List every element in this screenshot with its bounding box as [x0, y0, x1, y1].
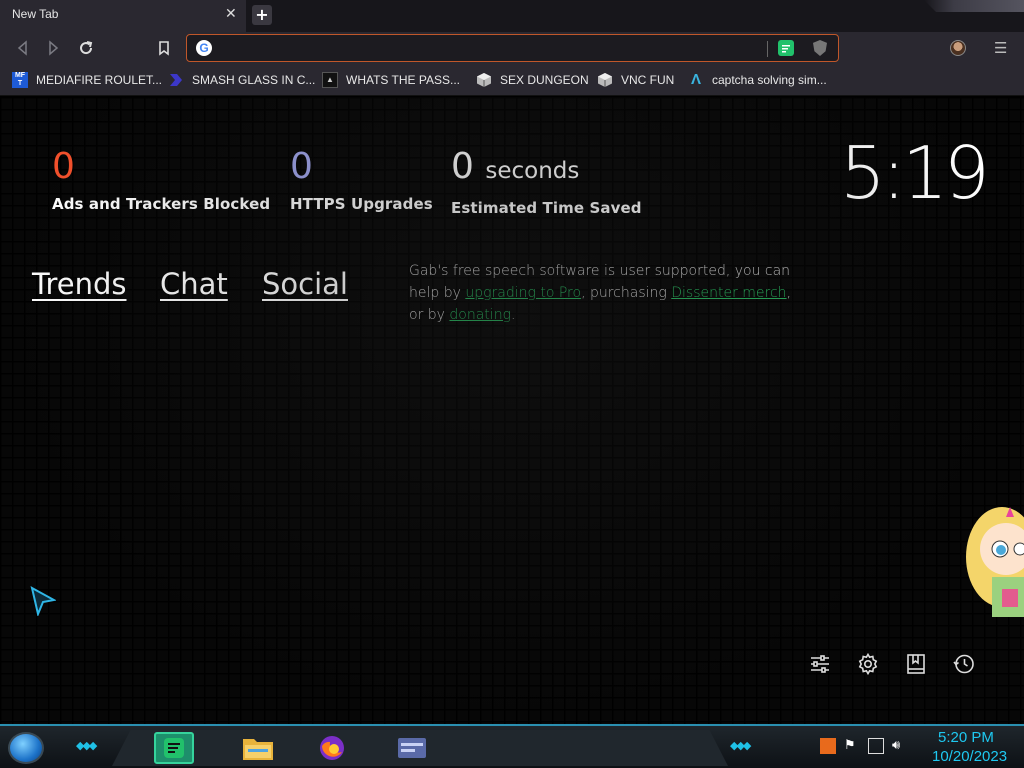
cube-icon	[597, 72, 613, 88]
shield-icon[interactable]	[813, 40, 827, 56]
flag-icon[interactable]: ⚑	[844, 738, 860, 754]
system-tray: ⚑ 🔊︎	[820, 738, 908, 754]
sliders-icon[interactable]	[808, 652, 832, 676]
bookmark-item[interactable]: SEX DUNGEON	[476, 71, 589, 89]
trends-link[interactable]: Trends	[32, 267, 126, 301]
https-upgrades-stat: 0 HTTPS Upgrades	[290, 145, 433, 213]
clock: 5:19	[840, 131, 990, 215]
new-tab-button[interactable]: +	[252, 5, 272, 25]
ads-blocked-stat: 0 Ads and Trackers Blocked	[52, 145, 270, 213]
social-link[interactable]: Social	[262, 267, 348, 301]
https-upgrades-label: HTTPS Upgrades	[290, 195, 433, 213]
java-icon[interactable]	[820, 738, 836, 754]
tab-new-tab[interactable]: New Tab ✕	[0, 0, 246, 32]
donate-link[interactable]: donating	[449, 307, 511, 323]
browser-toolbar: G ☰	[0, 32, 1024, 64]
bookmark-label: SEX DUNGEON	[500, 73, 589, 87]
upgrade-pro-link[interactable]: upgrading to Pro	[465, 285, 581, 301]
time-saved-row: 0 seconds	[451, 145, 642, 193]
new-tab-page: 0 Ads and Trackers Blocked 0 HTTPS Upgra…	[0, 97, 1024, 724]
bookmark-page-icon[interactable]	[155, 39, 173, 57]
close-icon[interactable]: ✕	[225, 6, 237, 22]
bookmark-item[interactable]: SMASH GLASS IN C...	[168, 71, 315, 89]
bookmark-label: SMASH GLASS IN C...	[192, 73, 316, 87]
support-text: .	[510, 307, 516, 323]
bracket-icon	[168, 72, 184, 88]
time-saved-unit: seconds	[485, 158, 580, 184]
https-upgrades-value: 0	[290, 146, 313, 187]
menu-icon[interactable]: ☰	[994, 39, 1007, 57]
mouse-cursor-icon	[30, 586, 57, 620]
bookmark-label: captcha solving sim...	[712, 73, 827, 87]
bookmark-label: WHATS THE PASS...	[346, 73, 461, 87]
taskbar-date[interactable]: 10/20/2023	[932, 748, 1007, 765]
volume-icon[interactable]: 🔊︎	[892, 738, 908, 754]
firefox-icon[interactable]	[312, 732, 352, 764]
network-icon[interactable]	[868, 738, 884, 754]
bookmark-item[interactable]: Λ captcha solving sim...	[688, 71, 827, 89]
support-message: Gab's free speech software is user suppo…	[409, 260, 809, 326]
bookmark-item[interactable]: MF T MEDIAFIRE ROULET...	[12, 71, 162, 89]
tab-strip: New Tab ✕ +	[0, 0, 1024, 32]
support-text: , purchasing	[581, 285, 672, 301]
cartoon-mascot-image	[962, 497, 1024, 625]
window-icon[interactable]	[392, 732, 432, 764]
ads-blocked-value: 0	[52, 146, 75, 187]
window-decoration	[924, 0, 1024, 12]
start-button[interactable]	[8, 732, 44, 764]
url-input[interactable]	[221, 38, 761, 58]
tab-title: New Tab	[12, 7, 59, 21]
chat-link[interactable]: Chat	[160, 267, 228, 301]
bookmark-label: MEDIAFIRE ROULET...	[36, 73, 163, 87]
notes-app-icon[interactable]	[154, 732, 194, 764]
bookmark-icon[interactable]	[904, 652, 928, 676]
address-bar[interactable]: G	[186, 34, 839, 62]
bookmark-label: VNC FUN	[621, 73, 675, 87]
time-saved-stat: 0 seconds Estimated Time Saved	[451, 145, 642, 217]
taskbar-decoration: ◆◆◆	[76, 739, 97, 752]
taskbar: ◆◆◆ ◆◆◆ ⚑ 🔊︎ 5:20 PM 10/20/2023	[0, 724, 1024, 768]
gear-icon[interactable]	[856, 652, 880, 676]
forward-icon[interactable]	[44, 39, 62, 57]
terminal-icon: ▲	[322, 72, 338, 88]
history-icon[interactable]	[952, 652, 976, 676]
dissenter-merch-link[interactable]: Dissenter merch	[671, 285, 786, 301]
profile-avatar[interactable]	[950, 40, 966, 56]
omnibox-divider	[767, 41, 768, 57]
taskbar-decoration: ◆◆◆	[730, 739, 751, 752]
back-icon[interactable]	[14, 39, 32, 57]
google-icon: G	[196, 40, 212, 56]
dissenter-extension-icon[interactable]	[778, 40, 794, 56]
ads-blocked-label: Ads and Trackers Blocked	[52, 195, 271, 213]
mediafire-icon: MF T	[12, 72, 28, 88]
bookmark-item[interactable]: VNC FUN	[597, 71, 674, 89]
taskbar-time[interactable]: 5:20 PM	[938, 729, 994, 746]
lambda-icon: Λ	[690, 71, 701, 88]
cube-icon	[476, 72, 492, 88]
bookmarks-bar: MF T MEDIAFIRE ROULET... SMASH GLASS IN C…	[0, 64, 1024, 96]
bookmark-item[interactable]: ▲ WHATS THE PASS...	[322, 71, 460, 89]
reload-icon[interactable]	[77, 39, 95, 57]
time-saved-value: 0	[451, 146, 474, 187]
time-saved-label: Estimated Time Saved	[451, 199, 642, 217]
file-explorer-icon[interactable]	[238, 732, 278, 764]
